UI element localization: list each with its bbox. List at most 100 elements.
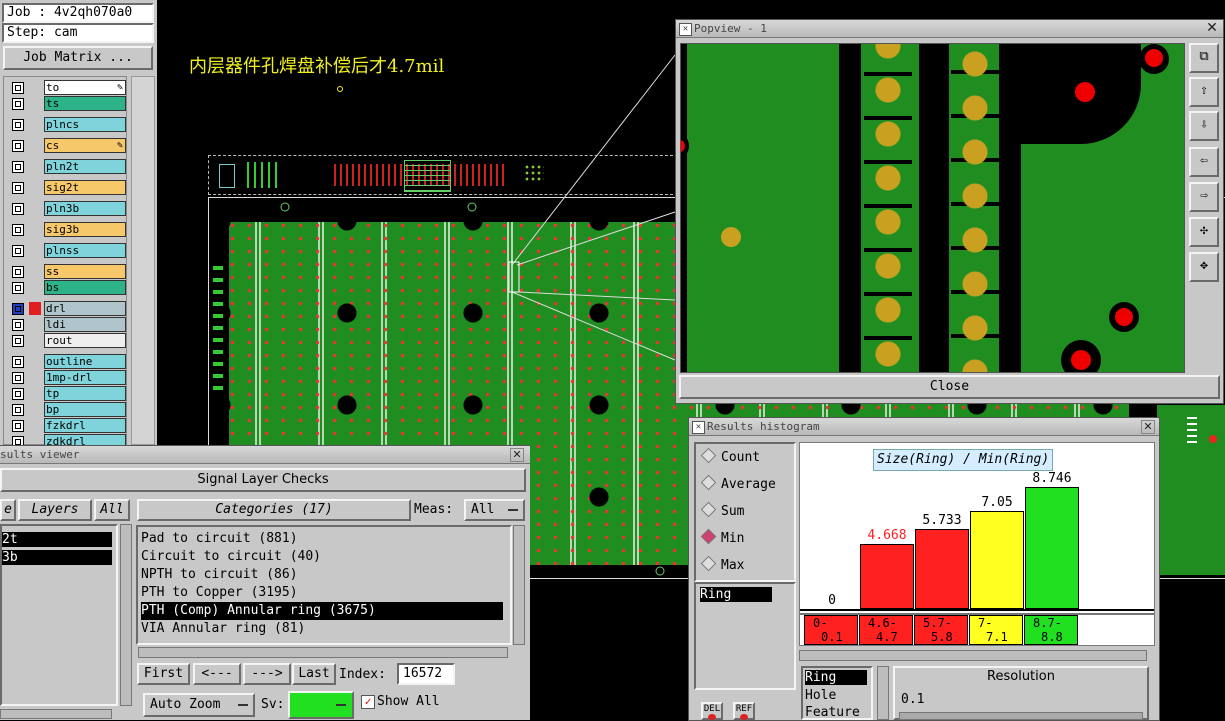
all-tab[interactable]: All bbox=[94, 499, 130, 521]
layer-list-scrollbar[interactable] bbox=[131, 76, 155, 445]
layer-checkbox[interactable] bbox=[12, 372, 24, 384]
option-max[interactable]: Max bbox=[700, 555, 744, 575]
option-average[interactable]: Average bbox=[700, 474, 776, 494]
layer-name[interactable]: bp bbox=[44, 402, 126, 417]
layer-name[interactable]: outline bbox=[44, 354, 126, 369]
layer-name[interactable]: fzkdrl bbox=[44, 418, 126, 433]
layer-name[interactable]: pln3b bbox=[44, 201, 126, 216]
radio-diamond-icon bbox=[700, 501, 717, 518]
popview-titlebar[interactable]: ✕ Popview - 1 ✕ bbox=[676, 20, 1223, 38]
histogram-bar[interactable] bbox=[860, 544, 914, 609]
list-item[interactable]: Feature bbox=[805, 705, 860, 720]
layer-name[interactable]: cs ✎ bbox=[44, 138, 126, 153]
list-item[interactable]: Hole bbox=[805, 688, 836, 703]
option-count[interactable]: Count bbox=[700, 447, 760, 467]
layer-name[interactable]: pln2t bbox=[44, 159, 126, 174]
prev-button[interactable]: <--- bbox=[193, 663, 241, 685]
layer-checkbox[interactable] bbox=[12, 245, 24, 257]
category-item[interactable]: NPTH to circuit (86) bbox=[141, 566, 503, 584]
pan-left-icon[interactable]: ⇦ bbox=[1189, 147, 1219, 177]
layer-name[interactable]: plnss bbox=[44, 243, 126, 258]
layer-checkbox[interactable] bbox=[12, 161, 24, 173]
popview-close-icon[interactable]: ✕ bbox=[1205, 21, 1219, 35]
option-sum[interactable]: Sum bbox=[700, 501, 744, 521]
results-viewer-titlebar[interactable]: sults viewer ✕ bbox=[0, 446, 530, 464]
window-menu-icon[interactable]: ✕ bbox=[692, 421, 705, 434]
auto-zoom-dropdown[interactable]: Auto Zoom bbox=[143, 693, 255, 717]
window-menu-icon[interactable]: ✕ bbox=[679, 23, 692, 36]
layer-checkbox[interactable] bbox=[12, 266, 24, 278]
histogram-bar[interactable] bbox=[970, 511, 1024, 609]
histogram-titlebar[interactable]: ✕ Results histogram ✕ bbox=[689, 418, 1159, 436]
layer-checkbox[interactable] bbox=[12, 119, 24, 131]
show-all-checkbox[interactable]: ✓ bbox=[361, 695, 375, 709]
meas-dropdown[interactable]: All bbox=[464, 499, 525, 521]
layer-name[interactable]: ldi bbox=[44, 317, 126, 332]
layer-result-scrollbar[interactable] bbox=[120, 524, 132, 706]
next-button[interactable]: ---> bbox=[243, 663, 291, 685]
option-min[interactable]: Min bbox=[700, 528, 744, 548]
first-button[interactable]: First bbox=[137, 663, 190, 685]
pan-up-icon[interactable]: ⇧ bbox=[1189, 77, 1219, 107]
layer-name[interactable]: bs bbox=[44, 280, 126, 295]
layer-name[interactable]: to ✎ bbox=[44, 80, 126, 95]
pan-right-icon[interactable]: ⇨ bbox=[1189, 182, 1219, 212]
layer-checkbox[interactable] bbox=[12, 404, 24, 416]
popview-close-button[interactable]: Close bbox=[679, 375, 1220, 399]
layer-checkbox[interactable] bbox=[12, 224, 24, 236]
categories-scrollbar[interactable] bbox=[513, 525, 525, 645]
measure-list-item[interactable]: Ring bbox=[700, 587, 772, 602]
layer-checkbox[interactable] bbox=[12, 303, 24, 315]
bins-hscroll[interactable] bbox=[799, 650, 1147, 661]
index-input[interactable]: 16572 bbox=[397, 663, 455, 685]
popview-canvas[interactable] bbox=[680, 43, 1185, 373]
layer-checkbox[interactable] bbox=[12, 282, 24, 294]
results-viewer-close-icon[interactable]: ✕ bbox=[510, 448, 524, 462]
zoom-out-icon[interactable]: ✥ bbox=[1189, 252, 1219, 282]
ref-button[interactable]: REF bbox=[733, 702, 755, 720]
layer-name[interactable]: plncs bbox=[44, 117, 126, 132]
layer-checkbox[interactable] bbox=[12, 203, 24, 215]
tab-left-partial[interactable]: e bbox=[0, 499, 16, 521]
layer-checkbox[interactable] bbox=[12, 319, 24, 331]
layer-name[interactable]: 1mp-drl bbox=[44, 370, 126, 385]
del-button[interactable]: DEL bbox=[701, 702, 723, 720]
zoom-window-icon[interactable]: ⧉ bbox=[1189, 43, 1219, 73]
layer-name[interactable]: ss bbox=[44, 264, 126, 279]
layer-checkbox[interactable] bbox=[12, 140, 24, 152]
histogram-close-icon[interactable]: ✕ bbox=[1141, 420, 1155, 434]
category-item[interactable]: PTH to Copper (3195) bbox=[141, 584, 503, 602]
category-item[interactable]: VIA Annular ring (81) bbox=[141, 620, 503, 638]
layer-checkbox[interactable] bbox=[12, 182, 24, 194]
layer-name[interactable]: sig2t bbox=[44, 180, 126, 195]
last-button[interactable]: Last bbox=[292, 663, 336, 685]
layer-name[interactable]: sig3b bbox=[44, 222, 126, 237]
pan-down-icon[interactable]: ⇩ bbox=[1189, 111, 1219, 141]
sv-color-dropdown[interactable] bbox=[288, 691, 354, 719]
layer-name[interactable]: tp bbox=[44, 386, 126, 401]
layers-tab[interactable]: Layers bbox=[18, 499, 92, 521]
histogram-bar[interactable] bbox=[1025, 487, 1079, 609]
layer-name[interactable]: drl bbox=[44, 301, 126, 316]
layer-checkbox[interactable] bbox=[12, 356, 24, 368]
layer-name[interactable]: ts bbox=[44, 96, 126, 111]
category-item[interactable]: Circuit to circuit (40) bbox=[141, 548, 503, 566]
category-item[interactable]: PTH (Comp) Annular ring (3675) bbox=[141, 602, 503, 620]
category-item[interactable]: Pad to circuit (881) bbox=[141, 530, 503, 548]
measure-field-scrollbar[interactable] bbox=[877, 666, 889, 720]
layer-checkbox[interactable] bbox=[12, 82, 24, 94]
layer-checkbox[interactable] bbox=[12, 98, 24, 110]
layer-name[interactable]: rout bbox=[44, 333, 126, 348]
categories-hscroll[interactable] bbox=[138, 647, 508, 658]
histogram-bar[interactable] bbox=[915, 529, 969, 609]
job-matrix-button[interactable]: Job Matrix ... bbox=[3, 46, 153, 70]
layer-result-row[interactable]: 2t bbox=[2, 532, 112, 547]
edit-icon: ✎ bbox=[116, 140, 123, 151]
bottom-left-scroll[interactable] bbox=[0, 709, 112, 719]
layer-checkbox[interactable] bbox=[12, 388, 24, 400]
list-item[interactable]: Ring bbox=[805, 670, 867, 685]
layer-checkbox[interactable] bbox=[12, 335, 24, 347]
layer-checkbox[interactable] bbox=[12, 420, 24, 432]
zoom-in-icon[interactable]: ✣ bbox=[1189, 217, 1219, 247]
layer-result-row[interactable]: 3b bbox=[2, 550, 112, 565]
